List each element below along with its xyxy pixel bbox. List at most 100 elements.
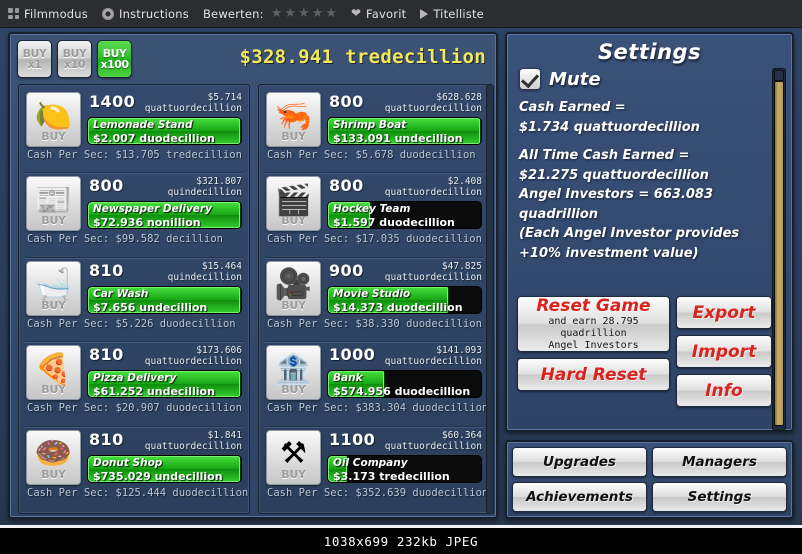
buy-word-label: BUY bbox=[281, 467, 306, 481]
business-cost-unit: quattuordecillion bbox=[144, 440, 242, 452]
reset-game-title: Reset Game bbox=[536, 296, 651, 316]
business-card: 🦐 BUY 800 $628.628 quattuordecillion Shrimp B… bbox=[262, 89, 486, 171]
star-rating-icons[interactable]: ★ ★ ★ ★ ★ bbox=[271, 7, 337, 20]
export-button[interactable]: Export bbox=[676, 296, 772, 329]
business-cost: $47.825 quattuordecillion bbox=[385, 261, 482, 283]
business-buy-button-lemon-icon[interactable]: 🍋 BUY bbox=[26, 92, 81, 147]
buy-multiplier-x100[interactable]: BUY x100 bbox=[97, 40, 132, 78]
business-progress-fill bbox=[88, 455, 241, 482]
mute-checkbox-icon[interactable] bbox=[519, 68, 541, 90]
star-icon[interactable]: ★ bbox=[271, 7, 283, 20]
star-icon[interactable]: ★ bbox=[325, 7, 337, 20]
import-label: Import bbox=[691, 341, 757, 362]
business-buy-button-newspaper-icon[interactable]: 📰 BUY bbox=[26, 176, 81, 232]
hard-reset-label: Hard Reset bbox=[540, 364, 647, 385]
business-progress-bar[interactable]: Shrimp Boat $133.091 undecillion bbox=[327, 117, 482, 145]
business-list: 🍋 BUY 1400 $5.714 quattuordecillion Lemonade … bbox=[18, 84, 490, 514]
business-progress-fill bbox=[328, 371, 385, 398]
business-progress-bar[interactable]: Newspaper Delivery $72.936 nonillion bbox=[87, 201, 242, 230]
business-cash-per-sec: Cash Per Sec: $20.907 duodecillion bbox=[27, 402, 242, 415]
star-icon[interactable]: ★ bbox=[284, 7, 296, 20]
buy-word-label: BUY bbox=[41, 467, 66, 481]
business-progress-bar[interactable]: Pizza Delivery $61.252 undecillion bbox=[87, 370, 242, 399]
angel-investors-line-2: quadrillion bbox=[519, 206, 599, 222]
business-headline: 900 $47.825 quattuordecillion bbox=[327, 261, 482, 283]
business-cash-per-sec: Cash Per Sec: $125.444 duodecillion bbox=[27, 486, 249, 499]
business-card: 📰 BUY 800 $321.807 quindecillion Newspaper De… bbox=[22, 173, 246, 255]
reset-game-button[interactable]: Reset Game and earn 28.795 quadrillion A… bbox=[517, 296, 670, 352]
business-cost-unit: quindecillion bbox=[167, 271, 242, 283]
all-time-cash-value: $21.275 quattuordecillion bbox=[519, 167, 709, 183]
business-headline: 800 $321.807 quindecillion bbox=[87, 176, 242, 198]
business-cost: $60.364 quattuordecillion bbox=[385, 430, 482, 452]
business-cash-per-sec: Cash Per Sec: $38.330 duodecillion bbox=[267, 317, 482, 330]
business-card: 🏦 BUY 1000 $141.093 quattuordecillion Bank $57… bbox=[262, 342, 488, 424]
scrollbar-thumb[interactable] bbox=[774, 81, 784, 426]
import-button[interactable]: Import bbox=[676, 335, 772, 368]
business-buy-button-shrimp-icon[interactable]: 🦐 BUY bbox=[266, 92, 321, 147]
page-scrollbar[interactable] bbox=[772, 68, 786, 431]
business-progress-bar[interactable]: Movie Studio $14.373 duodecillion bbox=[327, 285, 482, 314]
business-progress-bar[interactable]: Car Wash $7.656 undecillion bbox=[87, 285, 242, 314]
business-cost-unit: quattuordecillion bbox=[144, 356, 242, 368]
business-column-right: 🦐 BUY 800 $628.628 quattuordecillion Shrimp B… bbox=[258, 84, 490, 514]
business-buy-button-donut-icon[interactable]: 🍩 BUY bbox=[26, 429, 81, 485]
business-cash-per-sec: Cash Per Sec: $17.035 duodecillion bbox=[267, 233, 482, 246]
cash-earned-value: $1.734 quattuordecillion bbox=[519, 119, 700, 135]
instructions-label: Instructions bbox=[119, 6, 189, 21]
reset-game-sub-2: quadrillion bbox=[560, 328, 627, 339]
buy-multiplier-x1[interactable]: BUY x1 bbox=[17, 40, 52, 78]
instructions-button[interactable]: Instructions bbox=[102, 7, 189, 21]
business-card-body: 810 $173.606 quattuordecillion Pizza Delive… bbox=[87, 345, 242, 400]
nav-managers-button[interactable]: Managers bbox=[652, 447, 787, 477]
business-progress-text: Oil Company $3.173 tredecillion bbox=[333, 457, 478, 482]
nav-upgrades-button[interactable]: Upgrades bbox=[512, 447, 647, 477]
title-list-label: Titelliste bbox=[433, 6, 484, 21]
star-icon[interactable]: ★ bbox=[298, 7, 310, 20]
business-progress-fill bbox=[88, 286, 241, 313]
business-owned-count: 810 bbox=[89, 429, 124, 449]
business-cost: $1.841 quattuordecillion bbox=[145, 430, 242, 452]
mute-toggle[interactable]: Mute bbox=[519, 68, 782, 90]
hard-reset-button[interactable]: Hard Reset bbox=[517, 358, 670, 391]
business-cost: $173.606 quattuordecillion bbox=[145, 345, 242, 367]
business-card-top: 🍋 BUY 1400 $5.714 quattuordecillion Lemonade … bbox=[26, 92, 242, 147]
business-progress-bar[interactable]: Lemonade Stand $2.007 duodecillion bbox=[87, 117, 242, 145]
business-buy-button-pizza-icon[interactable]: 🍕 BUY bbox=[26, 345, 81, 401]
film-mode-button[interactable]: Filmmodus bbox=[8, 7, 88, 21]
rating-control[interactable]: Bewerten: ★ ★ ★ ★ ★ bbox=[203, 7, 337, 21]
title-list-button[interactable]: Titelliste bbox=[420, 7, 484, 21]
business-card-body: 900 $47.825 quattuordecillion Movie Studio $… bbox=[327, 261, 482, 316]
business-list-scrollbar[interactable] bbox=[486, 84, 494, 514]
buy-multiplier-x10[interactable]: BUY x10 bbox=[57, 40, 92, 78]
business-buy-button-movie-camera-icon[interactable]: 🎥 BUY bbox=[266, 260, 321, 316]
nav-achievements-button[interactable]: Achievements bbox=[512, 482, 647, 512]
business-cost-amount: $628.628 bbox=[436, 92, 482, 103]
business-owned-count: 800 bbox=[329, 176, 364, 196]
business-card-top: 🦐 BUY 800 $628.628 quattuordecillion Shrimp B… bbox=[266, 92, 482, 147]
star-icon[interactable]: ★ bbox=[312, 7, 324, 20]
game-canvas: BUY x1 BUY x10 BUY x100 $328.941 tredecillion… bbox=[0, 28, 802, 525]
business-headline: 1400 $5.714 quattuordecillion bbox=[87, 92, 242, 114]
buy-word-label: BUY bbox=[281, 298, 306, 312]
scrollbar-up-button[interactable] bbox=[774, 70, 784, 81]
business-card-top: 📰 BUY 800 $321.807 quindecillion Newspaper De… bbox=[26, 176, 242, 232]
business-progress-bar[interactable]: Hockey Team $1.597 duodecillion bbox=[327, 201, 482, 230]
business-progress-fill bbox=[88, 371, 241, 398]
business-progress-bar[interactable]: Donut Shop $735.029 undecillion bbox=[87, 454, 242, 483]
business-buy-button-oil-pump-icon[interactable]: ⚒ BUY bbox=[266, 429, 321, 485]
business-cost-amount: $321.807 bbox=[196, 176, 242, 188]
nav-settings-button[interactable]: Settings bbox=[652, 482, 787, 512]
reset-game-sub-1: and earn 28.795 bbox=[548, 316, 639, 327]
info-button[interactable]: Info bbox=[676, 374, 772, 407]
business-buy-button-car-wash-icon[interactable]: 🛁 BUY bbox=[26, 260, 81, 316]
business-progress-bar[interactable]: Oil Company $3.173 tredecillion bbox=[327, 454, 482, 483]
business-buy-button-bank-icon[interactable]: 🏦 BUY bbox=[266, 345, 321, 401]
business-cost: $15.464 quindecillion bbox=[168, 261, 242, 283]
business-owned-count: 1000 bbox=[329, 345, 376, 365]
business-card: 🍕 BUY 810 $173.606 quattuordecillion Pizza De… bbox=[22, 342, 246, 424]
business-buy-button-hockey-icon[interactable]: 🎬 BUY bbox=[266, 176, 321, 232]
mute-label: Mute bbox=[549, 68, 601, 90]
business-progress-bar[interactable]: Bank $574.956 duodecillion bbox=[327, 370, 482, 399]
favorite-button[interactable]: ❤ Favorit bbox=[351, 7, 406, 21]
